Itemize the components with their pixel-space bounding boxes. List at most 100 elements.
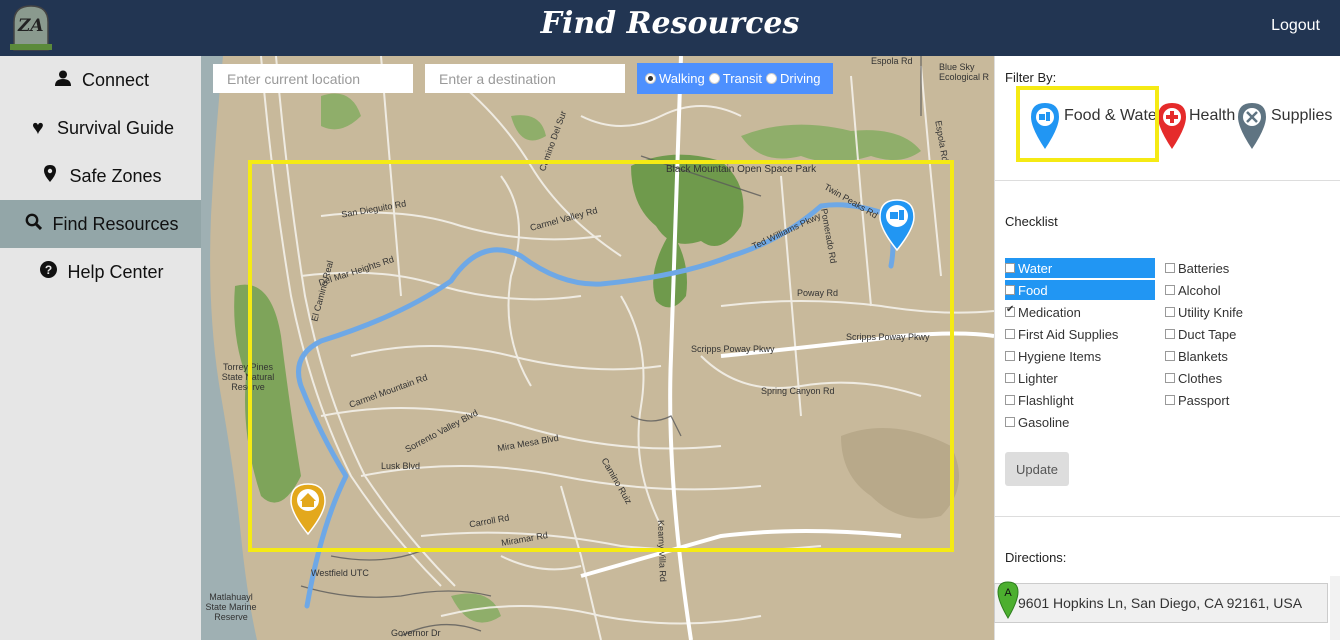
- marker-a-icon: A: [997, 581, 1019, 619]
- sidebar-item-label: Connect: [81, 69, 150, 90]
- sidebar-item-label: Help Center: [67, 261, 164, 282]
- checklist-label: Duct Tape: [1178, 326, 1237, 342]
- mode-transit[interactable]: Transit: [708, 71, 763, 86]
- map-label-road: Scripps Poway Pkwy: [691, 344, 775, 354]
- checklist-label: Alcohol: [1178, 282, 1221, 298]
- checklist-item-batteries[interactable]: Batteries: [1165, 258, 1229, 278]
- checklist-item-medication[interactable]: Medication: [1005, 302, 1081, 322]
- checkbox[interactable]: [1165, 263, 1175, 273]
- checkbox[interactable]: [1005, 395, 1015, 405]
- filter-label: Food & Water: [1064, 107, 1163, 124]
- checkbox[interactable]: [1005, 417, 1015, 427]
- checkbox[interactable]: [1005, 329, 1015, 339]
- checklist-item-lighter[interactable]: Lighter: [1005, 368, 1058, 388]
- checklist-item-hygiene[interactable]: Hygiene Items: [1005, 346, 1101, 366]
- directions-title: Directions:: [1005, 550, 1067, 565]
- checklist-item-gasoline[interactable]: Gasoline: [1005, 412, 1069, 432]
- user-icon: [52, 70, 74, 91]
- checkbox[interactable]: [1165, 329, 1175, 339]
- checkbox[interactable]: [1005, 304, 1015, 317]
- current-location-input[interactable]: [213, 64, 413, 93]
- checklist-item-clothes[interactable]: Clothes: [1165, 368, 1222, 388]
- checklist-item-first-aid[interactable]: First Aid Supplies: [1005, 324, 1118, 344]
- map-label-road: Spring Canyon Rd: [761, 386, 835, 396]
- sidebar: Connect ♥ Survival Guide Safe Zones Find…: [0, 56, 201, 640]
- mode-label: Walking: [659, 71, 705, 86]
- sidebar-item-connect[interactable]: Connect: [0, 56, 201, 104]
- transit-radio[interactable]: [708, 73, 720, 84]
- checkbox[interactable]: [1005, 351, 1015, 361]
- filter-label: Health: [1189, 107, 1236, 124]
- travel-mode-selector: Walking Transit Driving: [637, 63, 833, 94]
- checklist-item-flashlight[interactable]: Flashlight: [1005, 390, 1074, 410]
- filter-title: Filter By:: [1005, 70, 1057, 85]
- checkbox[interactable]: [1165, 285, 1175, 295]
- home-marker-icon[interactable]: [290, 483, 326, 535]
- sidebar-item-help-center[interactable]: ? Help Center: [0, 248, 201, 296]
- checklist-label: Blankets: [1178, 348, 1228, 364]
- food-water-pin-icon: [1031, 103, 1059, 149]
- checkbox[interactable]: [1005, 373, 1015, 383]
- map-canvas[interactable]: [201, 56, 994, 640]
- checklist-label: Batteries: [1178, 260, 1230, 276]
- checkbox[interactable]: [1005, 263, 1015, 273]
- checklist-item-passport[interactable]: Passport: [1165, 390, 1229, 410]
- panel-scrollbar[interactable]: [1330, 576, 1340, 640]
- filter-label: Supplies: [1271, 107, 1333, 124]
- map-label-road: Scripps Poway Pkwy: [846, 332, 930, 342]
- checklist-item-food[interactable]: Food: [1005, 280, 1155, 300]
- checklist-label: Medication: [1018, 304, 1081, 320]
- destination-input[interactable]: [425, 64, 625, 93]
- walking-radio[interactable]: [645, 73, 656, 84]
- mode-label: Driving: [780, 71, 821, 86]
- sidebar-item-label: Safe Zones: [69, 165, 162, 186]
- map-label-road: Kearny Villa Rd: [655, 519, 669, 583]
- filter-health-button[interactable]: Health: [1157, 102, 1235, 150]
- checklist-item-duct-tape[interactable]: Duct Tape: [1165, 324, 1236, 344]
- map-label-reserve: Blue Sky Ecological R: [939, 62, 990, 82]
- map-label-reserve: Torrey Pines State Natural Reserve: [221, 362, 275, 392]
- checklist-label: Passport: [1178, 392, 1230, 408]
- directions-origin-address: 9601 Hopkins Ln, San Diego, CA 92161, US…: [1018, 595, 1303, 611]
- supplies-pin-icon: [1238, 103, 1266, 149]
- sidebar-item-safe-zones[interactable]: Safe Zones: [0, 152, 201, 200]
- checkbox[interactable]: [1005, 285, 1015, 295]
- checklist-label: Gasoline: [1018, 414, 1070, 430]
- checklist-label: Water: [1018, 260, 1053, 276]
- sidebar-item-find-resources[interactable]: Find Resources: [0, 200, 201, 248]
- driving-radio[interactable]: [766, 73, 778, 84]
- checkbox[interactable]: [1165, 351, 1175, 361]
- filter-food-water-button[interactable]: Food & Water: [1030, 102, 1162, 150]
- map-label-reserve: Matlahuayl State Marine Reserve: [205, 592, 257, 622]
- heart-icon: ♥: [32, 116, 44, 139]
- resource-map[interactable]: Black Mountain Open Space Park Carmel Va…: [201, 56, 994, 640]
- checklist-item-water[interactable]: Water: [1005, 258, 1155, 278]
- sidebar-item-label: Find Resources: [52, 213, 179, 234]
- checklist-label: Utility Knife: [1178, 304, 1244, 320]
- checklist-label: Lighter: [1018, 370, 1058, 386]
- checklist-title: Checklist: [1005, 214, 1058, 229]
- checklist-item-utility-knife[interactable]: Utility Knife: [1165, 302, 1243, 322]
- checklist-label: Clothes: [1178, 370, 1223, 386]
- health-pin-icon: [1158, 103, 1186, 149]
- checkbox[interactable]: [1165, 395, 1175, 405]
- mode-walking[interactable]: Walking: [645, 71, 705, 86]
- question-icon: ?: [37, 261, 59, 283]
- sidebar-item-survival-guide[interactable]: ♥ Survival Guide: [0, 104, 201, 152]
- map-label-mall: Westfield UTC: [311, 568, 369, 578]
- map-label-road: Lusk Blvd: [381, 461, 421, 471]
- filter-supplies-button[interactable]: Supplies: [1237, 102, 1332, 150]
- checkbox[interactable]: [1165, 307, 1175, 317]
- logout-link[interactable]: Logout: [1271, 17, 1320, 35]
- food-water-marker-icon[interactable]: [879, 199, 915, 251]
- checkbox[interactable]: [1165, 373, 1175, 383]
- checklist-item-alcohol[interactable]: Alcohol: [1165, 280, 1221, 300]
- mode-label: Transit: [722, 71, 763, 86]
- checklist-label: Hygiene Items: [1018, 348, 1102, 364]
- checklist-item-blankets[interactable]: Blankets: [1165, 346, 1228, 366]
- mode-driving[interactable]: Driving: [766, 71, 820, 86]
- divider: [994, 516, 1340, 517]
- checklist-label: Food: [1018, 282, 1048, 298]
- update-button[interactable]: Update: [1005, 452, 1069, 486]
- checklist-label: Flashlight: [1018, 392, 1074, 408]
